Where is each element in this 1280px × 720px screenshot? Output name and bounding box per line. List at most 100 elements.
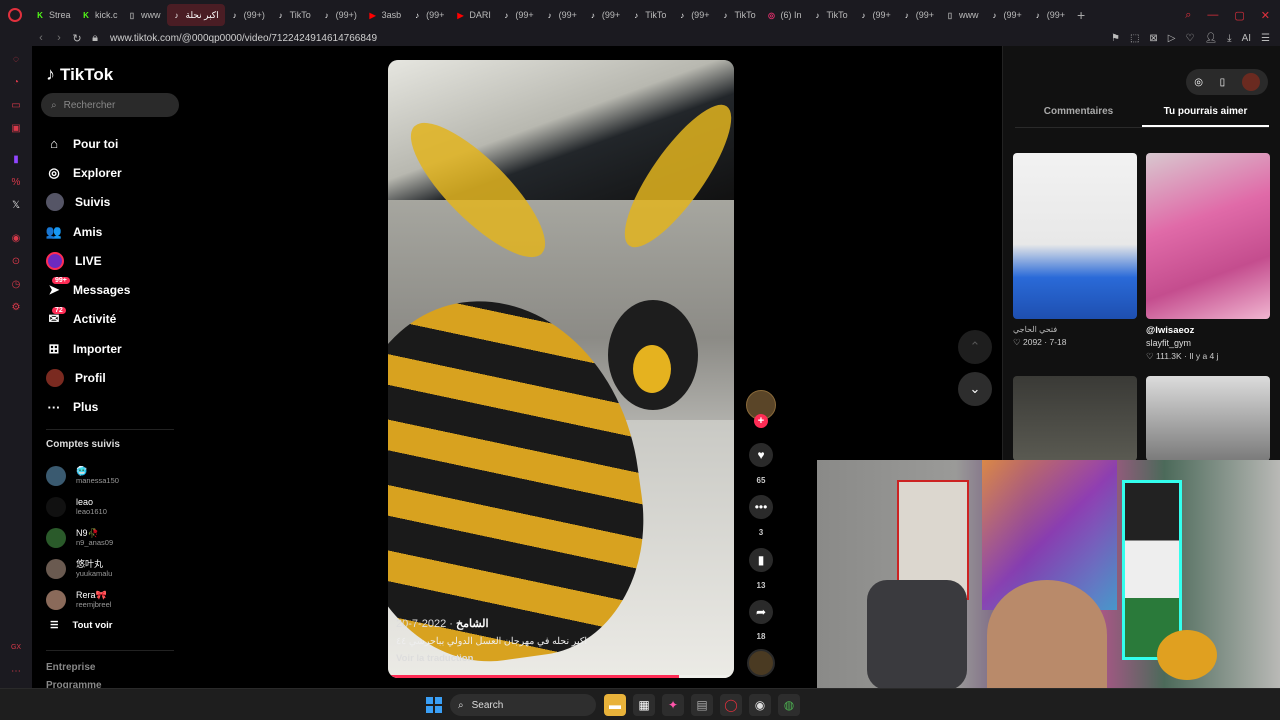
url-field[interactable]: www.tiktok.com/@000qp0000/video/71224249… — [110, 33, 377, 44]
browser-tab[interactable]: ♪ TikTo — [715, 4, 761, 26]
video-progress-bar[interactable] — [388, 675, 734, 678]
followed-account[interactable]: leao leao1610 — [46, 491, 119, 522]
chrome-icon[interactable]: ◍ — [778, 694, 800, 716]
like-button[interactable]: ♥ — [749, 443, 773, 467]
browser-tab[interactable]: ♪ (99+ — [853, 4, 896, 26]
music-disc[interactable] — [747, 649, 775, 677]
browser-tab[interactable]: Kkick.c — [76, 4, 122, 26]
tab-comments[interactable]: Commentaires — [1015, 102, 1142, 127]
search-input[interactable]: ⌕ Rechercher — [41, 93, 179, 117]
nav-item-profil[interactable]: Profil — [46, 363, 130, 392]
previous-video-button[interactable]: ⌃ — [958, 330, 992, 364]
vpn-icon[interactable]: ⊠ — [1149, 33, 1157, 44]
browser-tab[interactable]: ♪ (99+ — [984, 4, 1027, 26]
nav-item-amis[interactable]: 👥 Amis — [46, 217, 130, 246]
browser-tab[interactable]: ♪ (99+) — [317, 4, 363, 26]
store-icon[interactable]: ▦ — [633, 694, 655, 716]
nav-item-activit-[interactable]: ✉ 72 Activité — [46, 305, 130, 334]
steam-icon[interactable]: ◉ — [749, 694, 771, 716]
compass-icon[interactable]: ◎ — [1194, 77, 1203, 88]
heart-icon[interactable]: ♡ — [1185, 33, 1194, 44]
taskbar-search[interactable]: ⌕ Search — [450, 694, 596, 716]
instagram-icon[interactable]: ▣ — [10, 123, 22, 135]
comment-button[interactable]: ••• — [749, 495, 773, 519]
nav-item-pour-toi[interactable]: ⌂ Pour toi — [46, 129, 130, 158]
search-tabs-icon[interactable]: ⌕ — [1185, 9, 1191, 22]
minimize-button[interactable]: — — [1207, 9, 1218, 21]
bookmark-icon[interactable]: ⚑ — [1111, 33, 1120, 44]
opera-logo-icon[interactable] — [0, 0, 30, 30]
whatsapp-icon[interactable]: ▭ — [10, 100, 22, 112]
account-icon[interactable]: 👤︎ — [1204, 33, 1217, 44]
suggested-video[interactable]: فتحي الحاجي ♡ 2092 · 7-18 — [1013, 153, 1137, 348]
nav-item-plus[interactable]: ··· Plus — [46, 393, 130, 422]
tiktok-logo[interactable]: ♪ TikTok — [46, 64, 113, 85]
nav-item-importer[interactable]: ⊞ Importer — [46, 334, 130, 363]
browser-tab[interactable]: ▯ www — [122, 4, 167, 26]
save-button[interactable]: ▮ — [749, 548, 773, 572]
settings-icon[interactable]: ⚙ — [10, 302, 22, 314]
user-avatar[interactable] — [1241, 73, 1260, 91]
nav-item-messages[interactable]: ➤ 99+ Messages — [46, 275, 130, 304]
video-author[interactable]: الشامخ — [456, 618, 489, 630]
nav-item-live[interactable]: LIVE — [46, 246, 130, 275]
windows-start-icon[interactable] — [426, 697, 442, 713]
download-icon[interactable]: ⤓ — [1227, 33, 1231, 44]
more-dots-icon[interactable]: ⋯ — [10, 666, 22, 678]
share-button[interactable]: ➦ — [749, 600, 773, 624]
tab-suggestions[interactable]: Tu pourrais aimer — [1142, 102, 1269, 127]
browser-tab[interactable]: ♪ اكبر نحلة — [166, 4, 225, 26]
browser-tab[interactable]: ♪ (99+) — [225, 4, 271, 26]
browser-tab[interactable]: ♪ (99+ — [583, 4, 626, 26]
speed-dial-icon[interactable]: ◌ — [10, 54, 22, 66]
browser-tab[interactable]: K Strea — [30, 4, 76, 26]
send-icon[interactable]: ▷ — [1168, 33, 1176, 44]
browser-tab[interactable]: ▶ DARI — [450, 4, 496, 26]
nav-item-suivis[interactable]: Suivis — [46, 188, 130, 217]
file-explorer-icon[interactable]: ▬ — [604, 694, 626, 716]
copilot-icon[interactable]: ✦ — [662, 694, 684, 716]
maximize-button[interactable]: ▢ — [1234, 9, 1244, 22]
percent-icon[interactable]: % — [10, 177, 22, 189]
suggested-video[interactable] — [1146, 376, 1270, 461]
browser-tab[interactable]: ♪ TikTo — [626, 4, 672, 26]
followed-account[interactable]: 🥶 manessa150 — [46, 460, 119, 491]
nav-item-explorer[interactable]: ◎ Explorer — [46, 158, 130, 187]
browser-tab[interactable]: ◎ (6) In — [761, 4, 807, 26]
browser-tab[interactable]: ♪ TikTo — [807, 4, 853, 26]
close-button[interactable]: ✕ — [1261, 9, 1270, 22]
browser-tab[interactable]: ♪ (99+ — [1028, 4, 1071, 26]
twitch-icon[interactable]: ▮ — [10, 154, 22, 166]
menu-icon[interactable]: ☰ — [1261, 33, 1270, 44]
messenger-icon[interactable]: ◔ — [10, 77, 22, 89]
see-all-link[interactable]: ☰ Tout voir — [50, 620, 112, 631]
suggested-video[interactable] — [1013, 376, 1137, 461]
back-button[interactable]: ‹ — [32, 32, 50, 44]
browser-tab[interactable]: ▯ www — [940, 4, 985, 26]
browser-tab[interactable]: ♪ (99+ — [897, 4, 940, 26]
new-tab-button[interactable]: + — [1071, 7, 1091, 23]
clock-icon[interactable]: ◷ — [10, 279, 22, 291]
opera-gx-icon[interactable]: ◯ — [720, 694, 742, 716]
x-icon[interactable]: 𝕏 — [10, 200, 22, 212]
reload-button[interactable]: ↻ — [68, 32, 86, 45]
suggested-video[interactable]: @lwisaeoz slayfit_gym ♡ 111.3K · Il y a … — [1146, 153, 1270, 362]
phone-icon[interactable]: ▯ — [1220, 77, 1226, 88]
followed-account[interactable]: 悠叶丸 yuukamalu — [46, 553, 119, 584]
browser-tab[interactable]: ♪ (99+ — [672, 4, 715, 26]
followed-account[interactable]: Rera🎀 reemjbreel — [46, 584, 119, 615]
browser-tab[interactable]: ♪ (99+ — [407, 4, 450, 26]
gx-icon[interactable]: GX — [10, 642, 22, 654]
browser-tab[interactable]: ♪ TikTo — [271, 4, 317, 26]
footer-link-company[interactable]: Entreprise — [46, 662, 95, 673]
translate-link[interactable]: Voir la traduction — [396, 653, 726, 664]
ai-button[interactable]: AI — [1242, 33, 1251, 44]
video-player[interactable]: الشامخ · 2022-7-20 اكبر نحله في مهرجان ا… — [388, 60, 734, 678]
history-icon[interactable]: ⊙ — [10, 256, 22, 268]
snapshot-icon[interactable]: ⬚ — [1130, 33, 1139, 44]
follow-button[interactable]: + — [754, 414, 768, 428]
browser-tab[interactable]: ♪ (99+ — [540, 4, 583, 26]
browser-tab[interactable]: ♪ (99+ — [496, 4, 539, 26]
followed-account[interactable]: N9🥀 n9_anas09 — [46, 522, 119, 553]
player-icon[interactable]: ◉ — [10, 233, 22, 245]
